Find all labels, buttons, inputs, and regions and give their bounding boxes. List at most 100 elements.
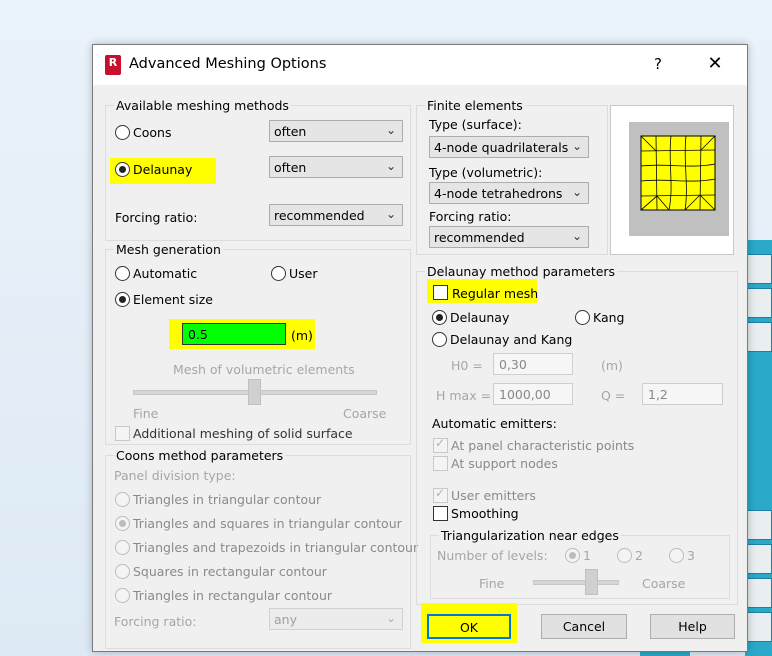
regular-mesh-label: Regular mesh (452, 286, 539, 301)
triang-slider-track (533, 580, 619, 585)
triangularization-title: Triangularization near edges (439, 528, 621, 543)
hmax-input[interactable]: 1000,00 (493, 383, 573, 405)
chevron-down-icon: ⌄ (571, 185, 582, 199)
coons-forcing-select[interactable]: any ⌄ (269, 608, 403, 630)
division-radio-0[interactable] (115, 492, 130, 507)
volumetric-mesh-label: Mesh of volumetric elements (173, 362, 355, 377)
background-structure (745, 240, 772, 656)
forcing-ratio-value: recommended (274, 208, 365, 223)
h0-value: 0,30 (499, 357, 527, 372)
type-volumetric-value: 4-node tetrahedrons (434, 186, 563, 201)
coons-radio[interactable] (115, 125, 130, 140)
division-radio-2[interactable] (115, 540, 130, 555)
hmax-label: H max = (436, 388, 492, 403)
title-bar: R Advanced Meshing Options ? ✕ (93, 45, 747, 85)
kang-radio[interactable] (575, 310, 590, 325)
q-value: 1,2 (648, 387, 668, 402)
user-emitters-checkbox[interactable] (433, 486, 448, 503)
slider-fine-label: Fine (133, 406, 159, 421)
level-3-label: 3 (687, 548, 695, 563)
division-radio-3[interactable] (115, 564, 130, 579)
automatic-radio[interactable] (115, 266, 130, 281)
division-label-2: Triangles and trapezoids in triangular c… (133, 540, 419, 555)
coons-forcing-value: any (274, 612, 297, 627)
close-icon[interactable]: ✕ (703, 53, 727, 77)
division-label-1: Triangles and squares in triangular cont… (133, 516, 402, 531)
q-label: Q = (601, 388, 626, 403)
panel-points-checkbox[interactable] (433, 436, 448, 453)
type-surface-value: 4-node quadrilaterals (434, 140, 569, 155)
help-button[interactable]: Help (650, 614, 735, 639)
panel-division-label: Panel division type: (114, 468, 236, 483)
user-label: User (289, 266, 318, 281)
chevron-down-icon: ⌄ (385, 611, 396, 625)
slider-coarse-label: Coarse (343, 406, 387, 421)
robot-app-icon: R (105, 55, 121, 75)
fe-forcing-value: recommended (434, 230, 525, 245)
division-radio-1[interactable] (115, 516, 130, 531)
advanced-meshing-dialog: R Advanced Meshing Options ? ✕ Available… (92, 44, 748, 652)
panel-points-label: At panel characteristic points (451, 438, 635, 453)
delaunay-params-title: Delaunay method parameters (425, 264, 618, 279)
triang-coarse-label: Coarse (642, 576, 686, 591)
chevron-down-icon: ⌄ (385, 207, 396, 221)
q-input[interactable]: 1,2 (642, 383, 723, 405)
delaunay-kang-radio[interactable] (432, 332, 447, 347)
delaunay-frequency-value: often (274, 160, 307, 175)
help-question-button[interactable]: ? (647, 53, 669, 75)
auto-emitters-label: Automatic emitters: (432, 416, 557, 431)
smoothing-label: Smoothing (451, 506, 519, 521)
fe-forcing-label: Forcing ratio: (429, 209, 512, 224)
delaunay-radio[interactable] (115, 162, 130, 177)
element-size-value: 0.5 (188, 327, 208, 342)
user-radio[interactable] (271, 266, 286, 281)
support-nodes-label: At support nodes (451, 456, 558, 471)
delaunay-method-label: Delaunay (450, 310, 510, 325)
delaunay-frequency-select[interactable]: often ⌄ (269, 156, 403, 178)
additional-meshing-checkbox[interactable] (115, 426, 130, 441)
division-label-3: Squares in rectangular contour (133, 564, 327, 579)
coons-label: Coons (133, 125, 172, 140)
automatic-label: Automatic (133, 266, 198, 281)
dialog-title: Advanced Meshing Options (129, 56, 327, 72)
element-size-radio[interactable] (115, 292, 130, 307)
regular-mesh-checkbox[interactable] (433, 285, 448, 300)
type-surface-select[interactable]: 4-node quadrilaterals ⌄ (429, 136, 589, 158)
cancel-button[interactable]: Cancel (541, 614, 627, 639)
delaunay-method-radio[interactable] (432, 310, 447, 325)
type-volumetric-label: Type (volumetric): (429, 165, 543, 180)
triang-slider-thumb[interactable] (585, 569, 598, 595)
level-2-radio[interactable] (617, 548, 632, 563)
chevron-down-icon: ⌄ (571, 139, 582, 153)
level-1-radio[interactable] (565, 548, 580, 563)
h0-unit: (m) (601, 358, 623, 373)
division-radio-4[interactable] (115, 588, 130, 603)
h0-input[interactable]: 0,30 (493, 353, 573, 375)
fe-forcing-select[interactable]: recommended ⌄ (429, 226, 589, 248)
ok-button[interactable]: OK (427, 614, 511, 639)
structure-cell (747, 510, 772, 540)
h0-label: H0 = (451, 358, 483, 373)
forcing-ratio-select[interactable]: recommended ⌄ (269, 204, 403, 226)
chevron-down-icon: ⌄ (385, 159, 396, 173)
level-2-label: 2 (635, 548, 643, 563)
mesh-preview (610, 105, 734, 255)
element-size-unit: (m) (291, 328, 313, 343)
coons-frequency-value: often (274, 124, 307, 139)
element-size-input[interactable]: 0.5 (182, 323, 286, 345)
type-volumetric-select[interactable]: 4-node tetrahedrons ⌄ (429, 182, 589, 204)
level-1-label: 1 (583, 548, 591, 563)
support-nodes-checkbox[interactable] (433, 456, 448, 471)
available-methods-title: Available meshing methods (114, 98, 291, 113)
element-size-label: Element size (133, 292, 213, 307)
user-emitters-label: User emitters (451, 488, 536, 503)
triang-fine-label: Fine (479, 576, 505, 591)
structure-cell (747, 254, 772, 284)
delaunay-kang-label: Delaunay and Kang (450, 332, 573, 347)
forcing-ratio-label: Forcing ratio: (115, 210, 198, 225)
coons-frequency-select[interactable]: often ⌄ (269, 120, 403, 142)
smoothing-checkbox[interactable] (433, 506, 448, 521)
level-3-radio[interactable] (669, 548, 684, 563)
chevron-down-icon: ⌄ (385, 123, 396, 137)
volumetric-slider-thumb[interactable] (248, 379, 261, 405)
